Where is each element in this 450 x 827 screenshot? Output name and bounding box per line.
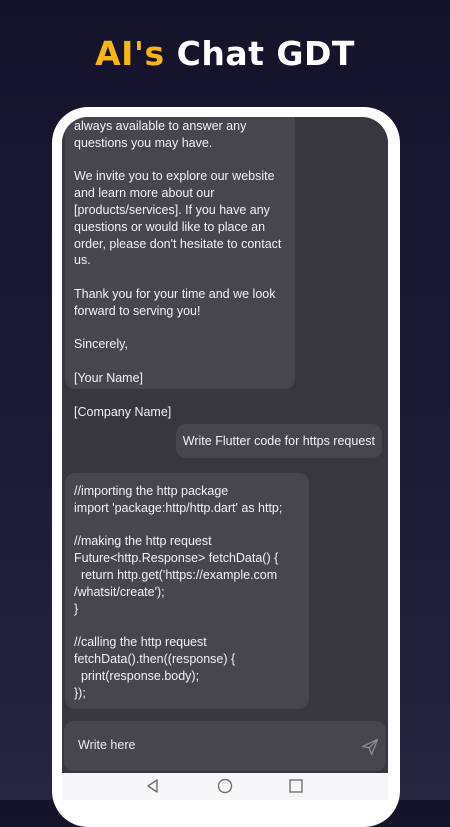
- bot-message-paragraph: always available to answer any questions…: [74, 119, 247, 150]
- send-icon[interactable]: [360, 737, 380, 757]
- headline-rest: Chat GDT: [176, 34, 355, 73]
- promo-headline: AI's Chat GDT: [0, 34, 450, 73]
- recents-square-icon[interactable]: [288, 778, 304, 794]
- code-block: //calling the http request fetchData().t…: [74, 635, 236, 700]
- back-triangle-icon[interactable]: [145, 778, 161, 794]
- chat-screen[interactable]: always available to answer any questions…: [62, 117, 388, 773]
- home-circle-icon[interactable]: [217, 778, 233, 794]
- bot-message-bubble: always available to answer any questions…: [65, 117, 295, 419]
- bot-message-paragraph: [Your Name]: [74, 370, 144, 385]
- code-block: //importing the http package import 'pac…: [74, 484, 283, 515]
- user-message-bubble: Write Flutter code for https request: [175, 424, 382, 458]
- code-block: //making the http request Future<http.Re…: [74, 534, 279, 616]
- bot-message-paragraph: [Company Name]: [74, 404, 172, 419]
- message-input[interactable]: Write here: [64, 721, 386, 771]
- bot-message-paragraph: Sincerely,: [74, 337, 128, 352]
- bot-message-paragraph: Thank you for your time and we look forw…: [74, 286, 276, 318]
- user-message-text: Write Flutter code for https request: [182, 433, 375, 448]
- android-nav-bar: [62, 773, 388, 800]
- bot-code-bubble: //importing the http package import 'pac…: [65, 473, 309, 709]
- bot-message-paragraph: We invite you to explore our website and…: [74, 169, 282, 268]
- message-input-placeholder: Write here: [78, 738, 136, 752]
- headline-accent: AI's: [95, 34, 165, 73]
